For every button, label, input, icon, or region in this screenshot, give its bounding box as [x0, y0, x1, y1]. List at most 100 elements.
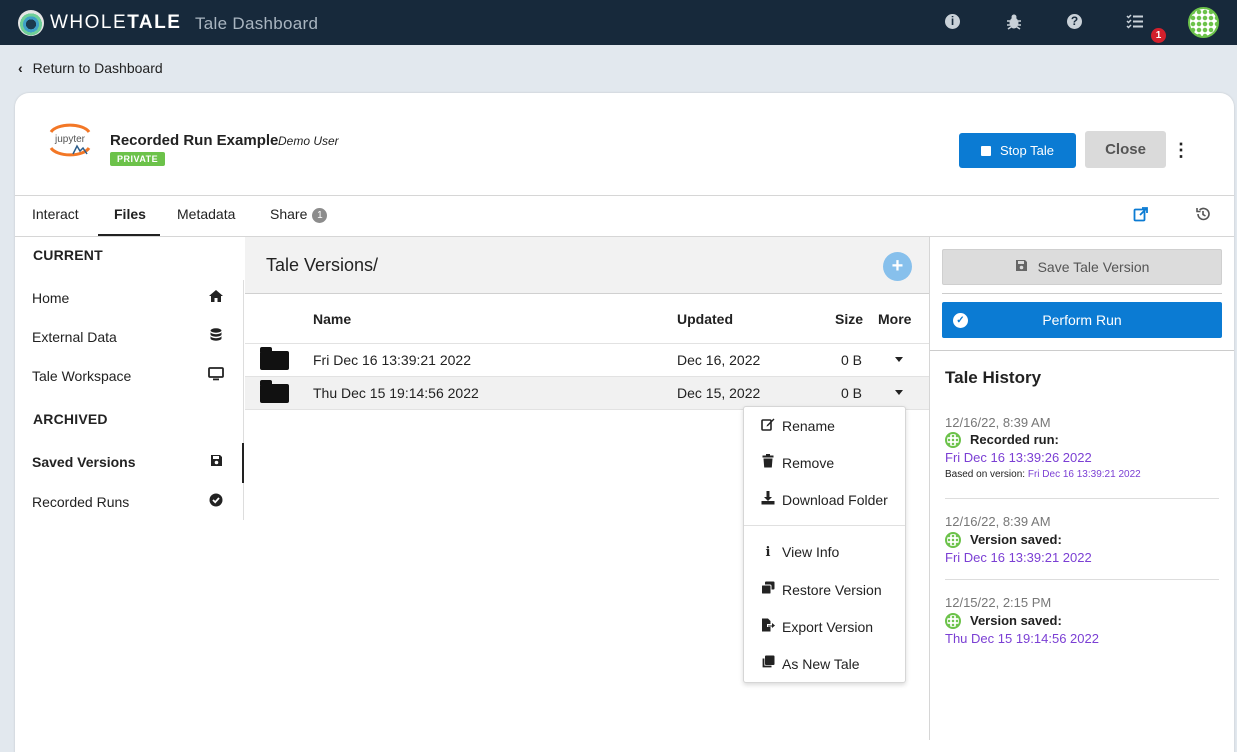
- menu-separator: [744, 525, 905, 526]
- save-tale-version-label: Save Tale Version: [1037, 259, 1150, 275]
- nav-item-label: Saved Versions: [32, 454, 136, 470]
- menu-item-label: Rename: [782, 417, 835, 434]
- perform-run-button[interactable]: ✓ Perform Run: [942, 302, 1222, 338]
- user-avatar[interactable]: [1188, 7, 1219, 38]
- save-icon: [208, 454, 224, 470]
- menu-item-remove[interactable]: Remove: [760, 454, 834, 471]
- right-panel-divider: [930, 350, 1234, 351]
- nav-item-external-data[interactable]: External Data: [32, 328, 224, 346]
- column-header-size[interactable]: Size: [835, 311, 863, 327]
- table-row[interactable]: Fri Dec 16 13:39:21 2022 Dec 16, 2022 0 …: [245, 344, 929, 377]
- file-name[interactable]: Thu Dec 15 19:14:56 2022: [313, 385, 479, 401]
- menu-item-rename[interactable]: Rename: [760, 417, 835, 434]
- jupyter-logo-text: jupyter: [54, 134, 86, 145]
- column-header-name[interactable]: Name: [313, 311, 351, 327]
- menu-item-label: Restore Version: [782, 581, 882, 598]
- history-link[interactable]: Thu Dec 15 19:14:56 2022: [945, 631, 1099, 646]
- user-avatar: [945, 613, 961, 629]
- menu-item-label: Download Folder: [782, 491, 888, 508]
- save-tale-version-button[interactable]: Save Tale Version: [942, 249, 1222, 285]
- download-icon: [760, 491, 776, 508]
- history-date: 12/16/22, 8:39 AM: [945, 514, 1051, 529]
- folder-icon: [260, 347, 289, 370]
- tab-interact[interactable]: Interact: [32, 206, 79, 222]
- right-panel-border: [929, 237, 930, 740]
- nav-item-label: Tale Workspace: [32, 367, 132, 384]
- brand-name[interactable]: WHOLETALE: [50, 12, 181, 34]
- tab-share[interactable]: Share 1: [270, 206, 328, 223]
- based-on-link[interactable]: Fri Dec 16 13:39:21 2022: [1028, 469, 1141, 480]
- help-icon[interactable]: ?: [1067, 14, 1082, 29]
- files-path: Tale Versions/: [266, 255, 379, 275]
- perform-run-label: Perform Run: [1042, 312, 1122, 328]
- history-icon[interactable]: [1195, 206, 1211, 222]
- history-label: Version saved:: [970, 532, 1062, 547]
- edit-icon: [760, 417, 776, 434]
- current-heading: CURRENT: [33, 247, 103, 263]
- history-link[interactable]: Fri Dec 16 13:39:26 2022: [945, 450, 1092, 465]
- add-icon[interactable]: +: [883, 252, 912, 281]
- export-icon: [760, 618, 776, 635]
- restore-icon: [760, 581, 776, 598]
- history-label: Recorded run:: [970, 432, 1059, 447]
- bug-icon[interactable]: [1005, 13, 1023, 31]
- file-size: 0 B: [841, 352, 863, 368]
- database-icon: [208, 328, 224, 346]
- top-navbar: WHOLETALE Tale Dashboard i ? 1: [0, 0, 1237, 45]
- nav-item-label: Home: [32, 289, 70, 306]
- history-date: 12/15/22, 2:15 PM: [945, 595, 1052, 610]
- based-on-prefix: Based on version:: [945, 469, 1026, 480]
- share-count-badge: 1: [312, 208, 328, 223]
- menu-item-download-folder[interactable]: Download Folder: [760, 491, 888, 508]
- check-circle-icon: ✓: [953, 313, 968, 328]
- folder-icon: [260, 380, 289, 403]
- archived-heading: ARCHIVED: [33, 411, 108, 427]
- menu-item-restore-version[interactable]: Restore Version: [760, 581, 882, 598]
- nav-item-home[interactable]: Home: [32, 289, 224, 306]
- tab-metadata[interactable]: Metadata: [177, 206, 235, 222]
- return-to-dashboard-link[interactable]: ‹ Return to Dashboard: [18, 60, 163, 76]
- home-icon: [208, 289, 224, 306]
- tab-files[interactable]: Files: [114, 206, 146, 222]
- close-button[interactable]: Close: [1085, 131, 1166, 168]
- stop-tale-button[interactable]: Stop Tale: [959, 133, 1076, 168]
- info-icon[interactable]: i: [945, 14, 960, 29]
- file-name[interactable]: Fri Dec 16 13:39:21 2022: [313, 352, 471, 368]
- file-size: 0 B: [841, 385, 863, 401]
- column-header-updated[interactable]: Updated: [677, 311, 733, 327]
- stop-tale-label: Stop Tale: [1000, 143, 1054, 158]
- monitor-icon: [208, 367, 224, 384]
- notification-count-badge[interactable]: 1: [1151, 28, 1166, 43]
- user-avatar: [945, 432, 961, 448]
- nav-item-saved-versions[interactable]: Saved Versions: [32, 454, 224, 470]
- tale-card: [15, 93, 1234, 752]
- nav-item-tale-workspace[interactable]: Tale Workspace: [32, 367, 224, 384]
- caret-down-icon[interactable]: [895, 390, 903, 395]
- nav-item-recorded-runs[interactable]: Recorded Runs: [32, 493, 224, 510]
- more-options-icon[interactable]: ⋮: [1172, 140, 1190, 160]
- folder-context-menu: Rename Remove Download Folder i View Inf…: [743, 406, 906, 683]
- nav-item-label: Recorded Runs: [32, 493, 130, 510]
- history-separator: [945, 498, 1219, 499]
- history-label: Version saved:: [970, 613, 1062, 628]
- history-separator: [945, 579, 1219, 580]
- caret-down-icon[interactable]: [895, 357, 903, 362]
- stop-icon: [981, 145, 992, 156]
- menu-item-as-new-tale[interactable]: As New Tale: [760, 655, 860, 672]
- menu-item-view-info[interactable]: i View Info: [760, 544, 840, 560]
- menu-item-label: Export Version: [782, 618, 874, 635]
- menu-item-export-version[interactable]: Export Version: [760, 618, 873, 635]
- active-nav-indicator: [242, 443, 244, 483]
- history-based-on: Based on version: Fri Dec 16 13:39:21 20…: [945, 469, 1141, 480]
- external-link-icon[interactable]: [1133, 206, 1149, 222]
- tasks-icon[interactable]: [1126, 13, 1144, 31]
- wholetale-logo-icon[interactable]: [18, 10, 44, 36]
- tabs-divider-top: [15, 195, 1234, 196]
- nav-title: Tale Dashboard: [195, 14, 319, 33]
- column-header-more: More: [878, 311, 912, 327]
- history-link[interactable]: Fri Dec 16 13:39:21 2022: [945, 550, 1092, 565]
- file-updated: Dec 16, 2022: [677, 352, 761, 368]
- file-updated: Dec 15, 2022: [677, 385, 761, 401]
- save-icon: [1015, 259, 1028, 275]
- leftnav-border: [243, 280, 244, 520]
